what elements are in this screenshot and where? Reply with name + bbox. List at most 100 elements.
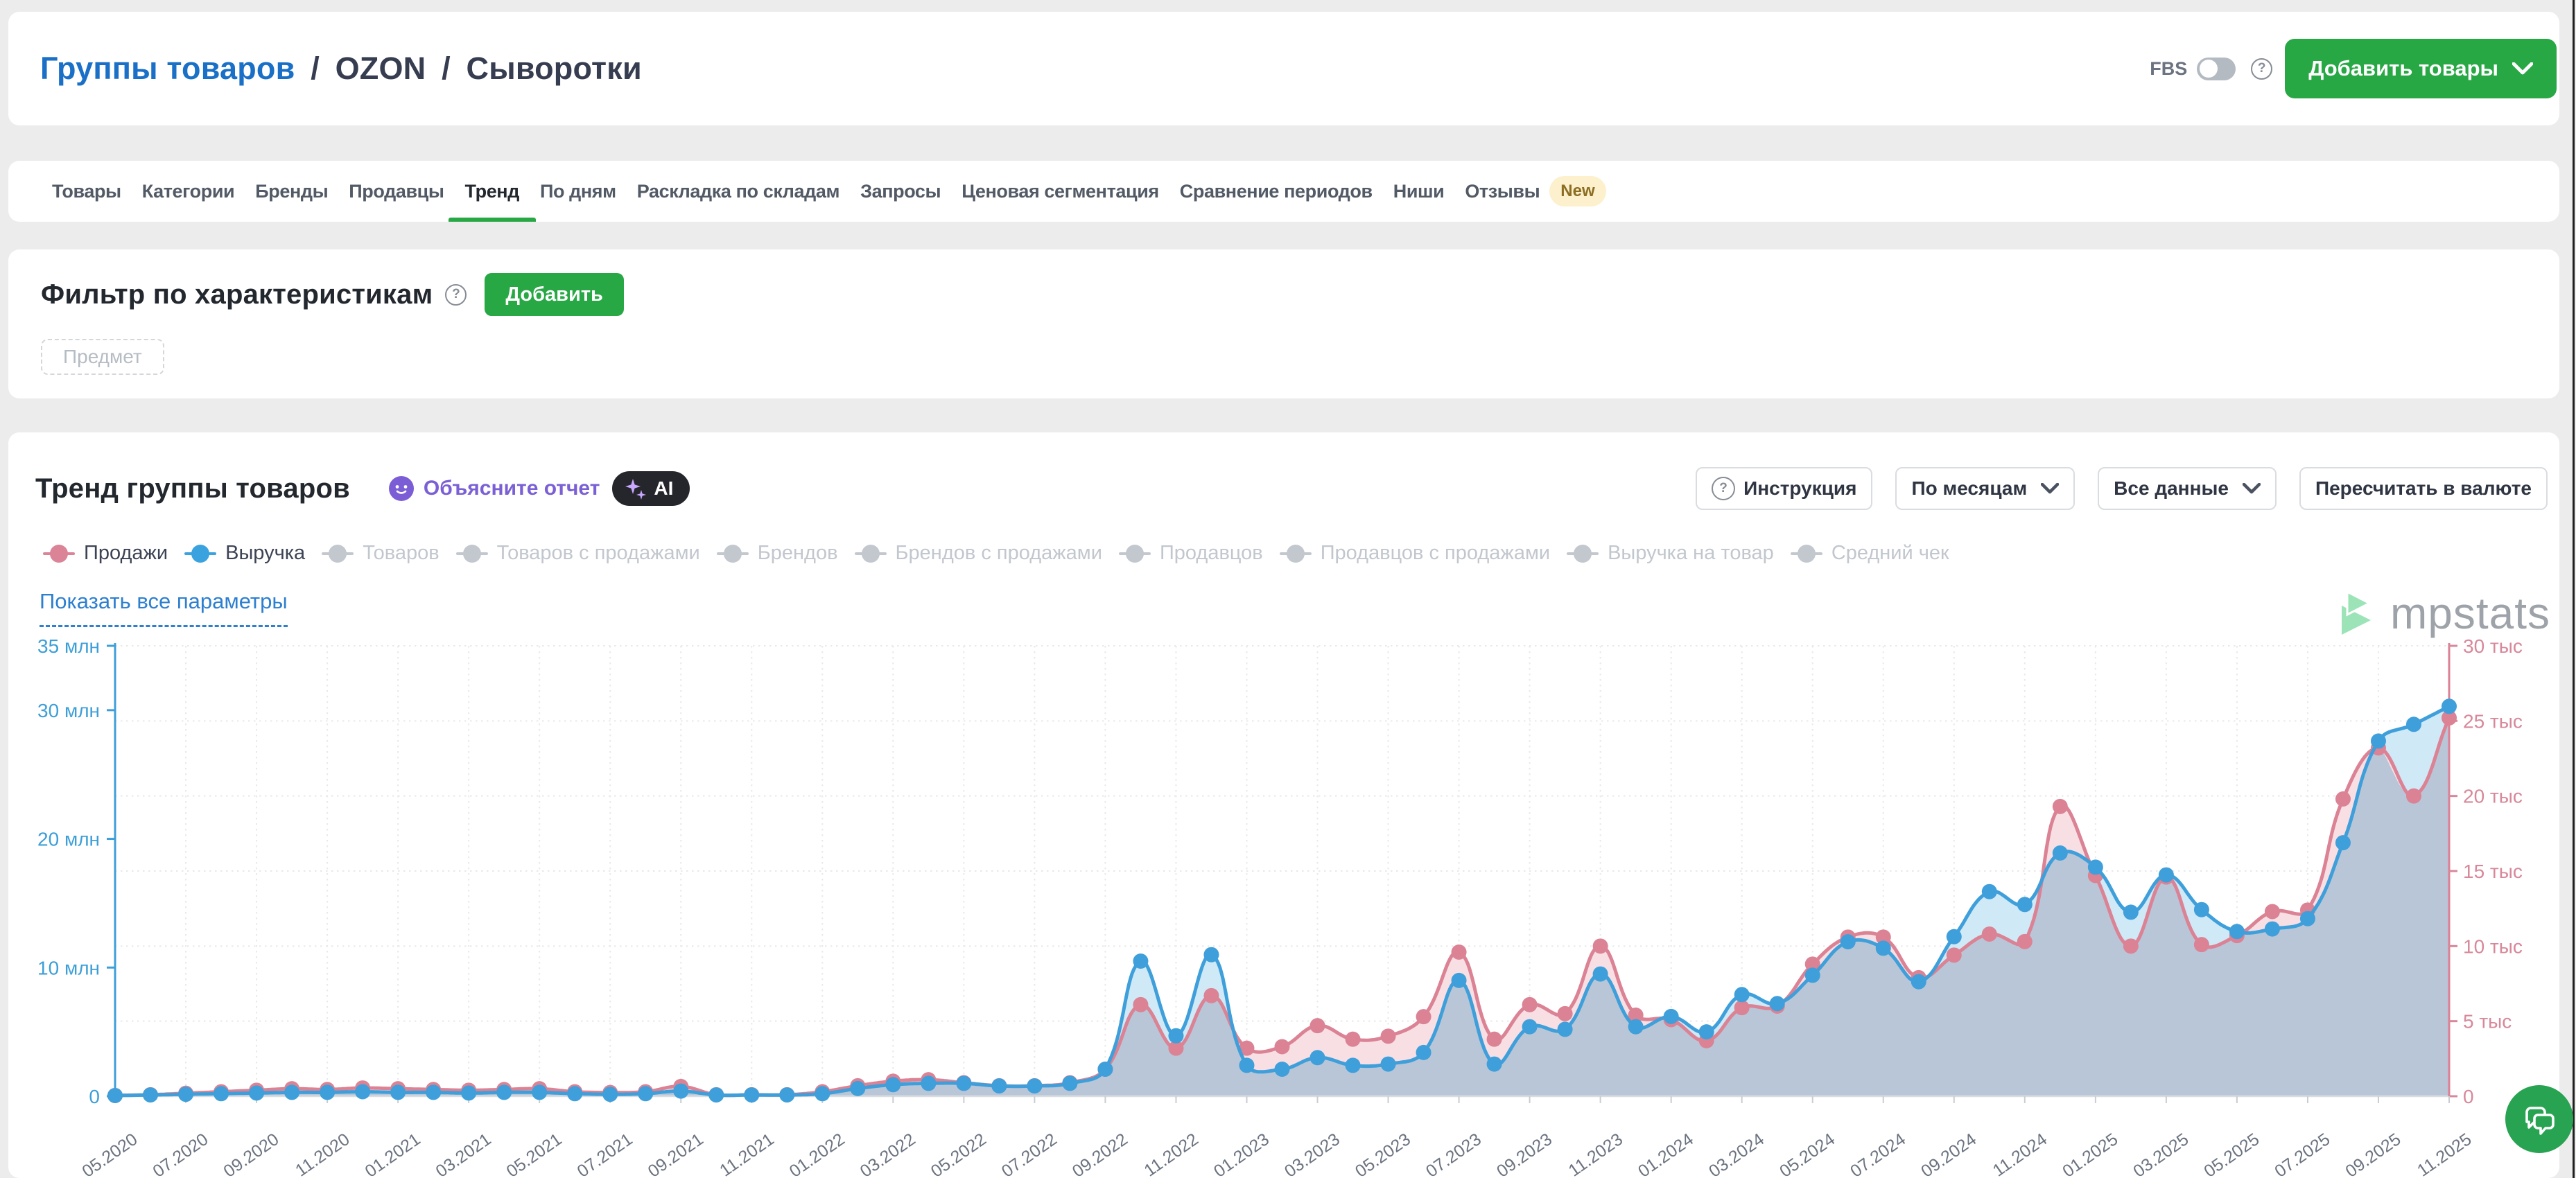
legend-item-товаров[interactable]: Товаров: [322, 542, 439, 565]
breadcrumb-separator: /: [304, 51, 327, 86]
svg-text:09.2025: 09.2025: [2342, 1129, 2404, 1178]
legend-item-продавцов[interactable]: Продавцов: [1119, 542, 1263, 565]
svg-text:03.2022: 03.2022: [857, 1129, 919, 1178]
instruction-help-icon: ?: [1712, 477, 1735, 500]
data-range-select[interactable]: Все данные: [2098, 467, 2277, 510]
svg-text:10 тыс: 10 тыс: [2463, 935, 2523, 957]
filter-card: Фильтр по характеристикам ? Добавить Пре…: [8, 249, 2559, 398]
svg-text:35 млн: 35 млн: [37, 635, 100, 657]
tab-бренды[interactable]: Бренды: [255, 161, 328, 222]
svg-text:09.2022: 09.2022: [1069, 1129, 1131, 1178]
tab-запросы[interactable]: Запросы: [860, 161, 941, 222]
svg-text:20 млн: 20 млн: [37, 829, 100, 850]
legend-label: Продавцов: [1160, 542, 1263, 565]
mpstats-watermark-text: mpstats: [2390, 588, 2550, 639]
right-axis: 05 тыс10 тыс15 тыс20 тыс25 тыс30 тыс: [2449, 635, 2523, 1107]
svg-text:05.2022: 05.2022: [928, 1129, 990, 1178]
instruction-button[interactable]: ? Инструкция: [1696, 467, 1872, 510]
fbs-help-icon[interactable]: ?: [2251, 58, 2272, 80]
legend-marker-icon: [1280, 545, 1312, 563]
legend-marker-icon: [855, 545, 887, 563]
legend-item-выручка[interactable]: Выручка: [184, 542, 305, 565]
legend-marker-icon: [322, 545, 354, 563]
period-select[interactable]: По месяцам: [1895, 467, 2075, 510]
svg-text:07.2022: 07.2022: [998, 1129, 1061, 1178]
tab-товары[interactable]: Товары: [52, 161, 121, 222]
tab-продавцы[interactable]: Продавцы: [349, 161, 444, 222]
legend-item-брендов-с-продажами[interactable]: Брендов с продажами: [855, 542, 1102, 565]
tab-сравнение-периодов[interactable]: Сравнение периодов: [1180, 161, 1373, 222]
filter-add-button[interactable]: Добавить: [485, 273, 623, 316]
new-badge: New: [1549, 176, 1605, 206]
svg-text:09.2023: 09.2023: [1493, 1129, 1556, 1178]
ai-badge: AI: [612, 471, 690, 506]
legend-marker-icon: [1791, 545, 1822, 563]
x-axis-labels: 05.202007.202009.202011.202001.202103.20…: [78, 1096, 2475, 1178]
svg-text:10 млн: 10 млн: [37, 957, 100, 978]
svg-text:05.2025: 05.2025: [2200, 1129, 2263, 1178]
fbs-toggle[interactable]: [2197, 58, 2236, 80]
chat-button[interactable]: [2505, 1085, 2573, 1153]
legend-marker-icon: [456, 545, 488, 563]
scrollbar-edge[interactable]: [2573, 0, 2575, 1178]
tab-bar: Товары Категории Бренды Продавцы Тренд По дня…: [8, 161, 2559, 222]
trend-card: 010 млн20 млн30 млн35 млн05 тыс10 тыс15 …: [8, 432, 2559, 1178]
tab-ниши[interactable]: Ниши: [1393, 161, 1445, 222]
sparkles-icon: [623, 476, 648, 501]
mpstats-logo-icon: [2342, 592, 2371, 635]
svg-text:11.2021: 11.2021: [716, 1129, 778, 1178]
left-axis: 010 млн20 млн30 млн35 млн: [37, 635, 115, 1107]
legend-label: Средний чек: [1831, 542, 1949, 565]
svg-text:30 млн: 30 млн: [37, 700, 100, 721]
svg-text:11.2025: 11.2025: [2414, 1129, 2475, 1178]
tab-тренд[interactable]: Тренд: [465, 161, 519, 222]
legend-item-средний-чек[interactable]: Средний чек: [1791, 542, 1949, 565]
svg-text:01.2021: 01.2021: [361, 1129, 424, 1178]
chevron-down-icon: [2041, 483, 2059, 494]
svg-text:01.2024: 01.2024: [1635, 1129, 1697, 1178]
show-all-parameters-link[interactable]: Показать все параметры: [40, 589, 288, 627]
breadcrumb-item-marketplace: OZON: [336, 51, 426, 86]
svg-text:0: 0: [2463, 1086, 2474, 1107]
svg-text:07.2021: 07.2021: [574, 1129, 636, 1178]
tab-категории[interactable]: Категории: [142, 161, 235, 222]
legend-item-продажи[interactable]: Продажи: [43, 542, 168, 565]
breadcrumb: Группы товаров / OZON / Сыворотки: [40, 51, 642, 87]
tab-раскладка-по-складам[interactable]: Раскладка по складам: [637, 161, 839, 222]
svg-text:20 тыс: 20 тыс: [2463, 786, 2523, 807]
explain-report[interactable]: Объясните отчет AI: [389, 471, 690, 506]
breadcrumb-root-link[interactable]: Группы товаров: [40, 51, 295, 86]
svg-text:11.2020: 11.2020: [292, 1129, 354, 1178]
chevron-down-icon: [2512, 62, 2533, 75]
header-card: Группы товаров / OZON / Сыворотки FBS ? …: [8, 12, 2559, 125]
fbs-toggle-knob: [2200, 60, 2218, 78]
legend-item-товаров-с-продажами[interactable]: Товаров с продажами: [456, 542, 700, 565]
explain-report-link[interactable]: Объясните отчет: [424, 477, 600, 500]
svg-text:15 тыс: 15 тыс: [2463, 861, 2523, 882]
svg-text:01.2023: 01.2023: [1210, 1129, 1273, 1178]
chat-bubbles-icon: [2521, 1102, 2557, 1136]
svg-text:11.2024: 11.2024: [1990, 1129, 2051, 1178]
currency-recalc-button[interactable]: Пересчитать в валюте: [2299, 467, 2548, 510]
svg-text:09.2021: 09.2021: [645, 1129, 707, 1178]
svg-text:11.2022: 11.2022: [1140, 1129, 1202, 1178]
filter-chip-predmet[interactable]: Предмет: [41, 339, 164, 375]
legend-item-продавцов-с-продажами[interactable]: Продавцов с продажами: [1280, 542, 1550, 565]
ai-badge-text: AI: [654, 477, 673, 500]
fbs-label: FBS: [2150, 58, 2187, 80]
legend-label: Продажи: [84, 542, 168, 565]
tab-отзывы[interactable]: Отзывы: [1465, 161, 1540, 222]
ai-smiley-icon: [389, 476, 414, 501]
tab-ценовая-сегментация[interactable]: Ценовая сегментация: [961, 161, 1159, 222]
add-products-button[interactable]: Добавить товары: [2285, 39, 2557, 98]
breadcrumb-separator: /: [435, 51, 458, 86]
legend-marker-icon: [1119, 545, 1151, 563]
svg-text:05.2023: 05.2023: [1352, 1129, 1414, 1178]
svg-text:01.2022: 01.2022: [786, 1129, 848, 1178]
legend-item-брендов[interactable]: Брендов: [717, 542, 838, 565]
tab-по-дням[interactable]: По дням: [540, 161, 616, 222]
legend-item-выручка-на-товар[interactable]: Выручка на товар: [1567, 542, 1774, 565]
filter-help-icon[interactable]: ?: [445, 284, 467, 306]
svg-text:5 тыс: 5 тыс: [2463, 1011, 2512, 1032]
svg-text:11.2023: 11.2023: [1565, 1129, 1627, 1178]
